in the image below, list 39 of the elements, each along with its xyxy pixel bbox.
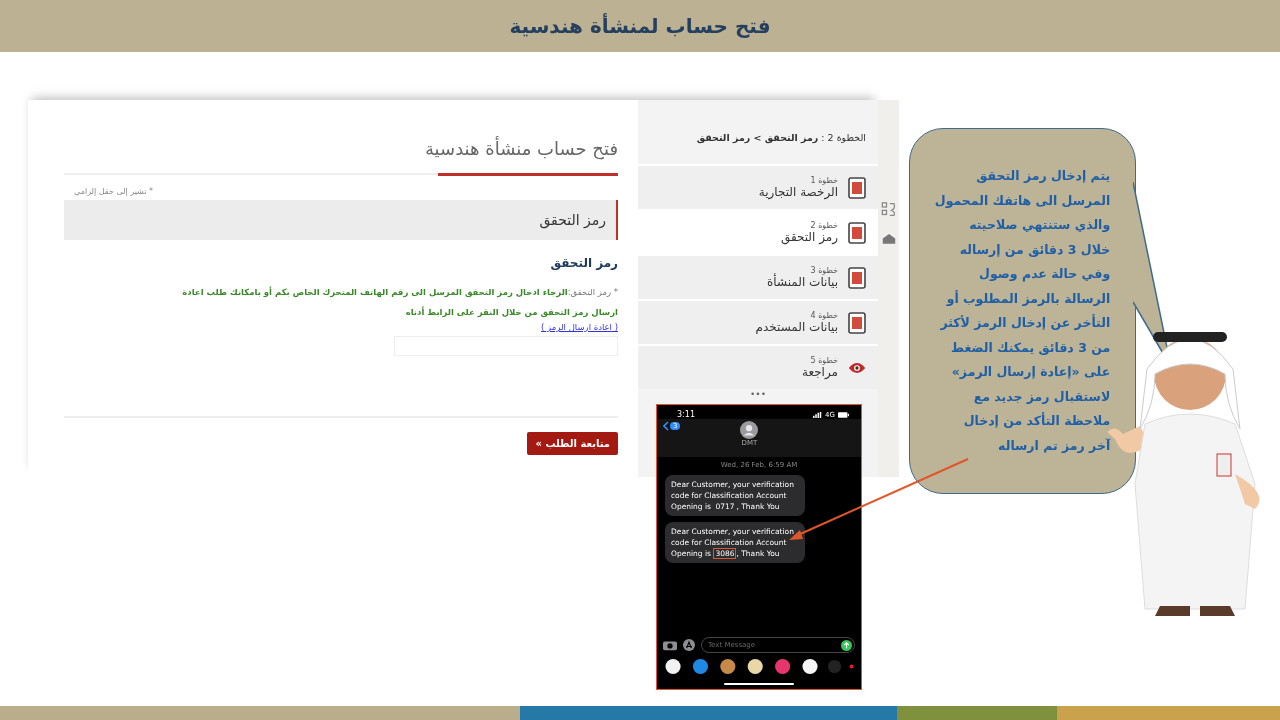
step-label: الرخصة التجارية xyxy=(758,185,838,199)
document-icon xyxy=(848,176,866,199)
battery-icon xyxy=(838,411,849,418)
more-indicator: ••• xyxy=(749,389,767,399)
step-label: بيانات المنشأة xyxy=(767,275,838,289)
breadcrumb: الخطوة 2 : رمز التحقق > رمز التحقق xyxy=(695,131,867,146)
send-icon[interactable] xyxy=(841,639,852,651)
step-item[interactable]: خطوة 3 بيانات المنشأة xyxy=(638,254,878,299)
camera-icon[interactable] xyxy=(663,639,677,651)
step-number: خطوة 3 xyxy=(809,266,838,275)
document-icon xyxy=(848,311,866,334)
required-note: * تشير إلى حقل إلزامي xyxy=(74,187,153,196)
phone-time: 3:11 xyxy=(677,410,695,419)
grid-icon xyxy=(880,202,897,217)
step-number: خطوة 5 xyxy=(809,356,838,365)
resend-link[interactable]: ( اعادة ارسال الرمز ) xyxy=(541,322,618,332)
step-item[interactable]: خطوة 4 بيانات المستخدم xyxy=(638,299,878,344)
document-icon xyxy=(848,266,866,289)
step-number: خطوة 4 xyxy=(809,311,838,320)
avatar-icon xyxy=(740,421,759,439)
app-store-icon[interactable] xyxy=(682,639,696,651)
step-item[interactable]: خطوة 5 مراجعة xyxy=(638,344,878,389)
step-number: خطوة 2 xyxy=(809,221,838,230)
step-label: رمز التحقق xyxy=(780,230,838,244)
step-label: بيانات المستخدم xyxy=(755,320,838,334)
signal-icon xyxy=(813,411,823,418)
step-label: مراجعة xyxy=(801,365,838,379)
form-title: فتح حساب منشأة هندسية xyxy=(424,138,618,159)
instructions-text: * رمز التحقق:الرجاء ادخال رمز التحقق المرسل الى رقم الهاتف المتحرك الخاص بكم أو بامكانك طلب اعادة ارسال رمز التحقق من خلال النقر على الرابط أدناه xyxy=(181,285,618,320)
field-heading: رمز التحقق xyxy=(550,256,618,270)
section-title: رمز التحقق xyxy=(539,212,606,228)
callout-text: يتم إدخال رمز التحقق المرسل الى هاتفك المحمول والذي ستنتهي صلاحيته خلال 3 دقائق من إرساله وفي حالة عدم وصول الرسالة بالرمز المطلوب أو التأخر عن إدخال الرمز لأكثر من 3 دقائق يمكنك الضغط على «إعادة إرسال الرمز» لاستقبال رمز جديد مع ملاحظة التأكد من إدخال آخر رمز تم ارساله xyxy=(934,167,1111,455)
slide-title: فتح حساب لمنشأة هندسية xyxy=(509,14,771,38)
continue-button[interactable]: متابعة الطلب » xyxy=(527,432,618,455)
step-item[interactable]: خطوة 1 الرخصة التجارية xyxy=(638,164,878,209)
document-icon xyxy=(848,221,866,244)
step-number: خطوة 1 xyxy=(809,176,838,185)
step-item[interactable]: خطوة 2 رمز التحقق xyxy=(638,209,878,254)
back-chevron-icon xyxy=(663,421,669,431)
